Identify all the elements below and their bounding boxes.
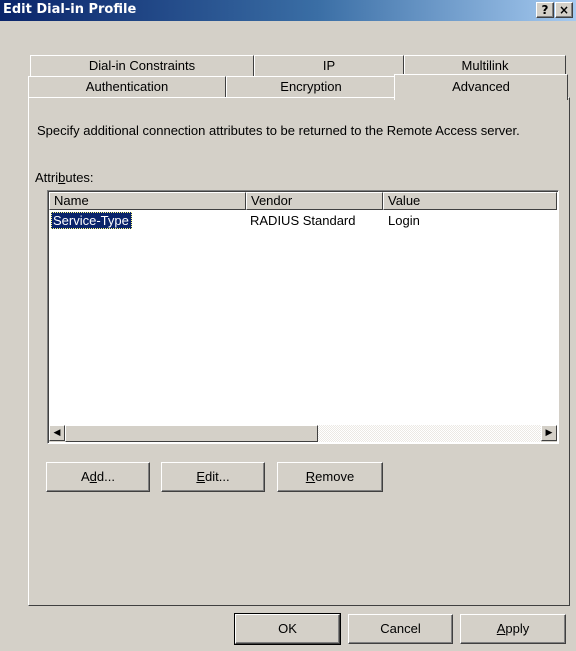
scroll-right-icon[interactable]: ▶ <box>541 425 557 441</box>
scrollbar-thumb[interactable] <box>65 425 318 442</box>
tab-label: Advanced <box>452 79 510 94</box>
table-row[interactable]: Service-Type RADIUS Standard Login <box>49 212 557 229</box>
attributes-list[interactable]: Name Vendor Value Service-Type RADIUS St… <box>47 190 559 444</box>
tab-label: IP <box>322 58 336 73</box>
cell-vendor: RADIUS Standard <box>250 213 356 228</box>
column-header-vendor[interactable]: Vendor <box>246 192 383 210</box>
tab-ip[interactable]: IP <box>254 55 404 76</box>
help-button[interactable]: ? <box>536 2 554 18</box>
cancel-button[interactable]: Cancel <box>348 614 453 644</box>
edit-dialin-profile-dialog: Edit Dial-in Profile ? × Dial-in Constra… <box>0 0 576 651</box>
apply-button[interactable]: Apply <box>460 614 566 644</box>
list-header: Name Vendor Value <box>49 192 557 210</box>
scroll-left-icon[interactable]: ◀ <box>49 425 65 441</box>
tab-dialin-constraints[interactable]: Dial-in Constraints <box>30 55 254 76</box>
tab-label: Multilink <box>461 58 509 73</box>
window-title: Edit Dial-in Profile <box>3 2 137 17</box>
tab-advanced[interactable]: Advanced <box>394 74 568 100</box>
remove-button[interactable]: Remove <box>277 462 383 492</box>
cell-value: Login <box>388 213 420 228</box>
tab-label: Dial-in Constraints <box>88 58 196 73</box>
close-button[interactable]: × <box>555 2 573 18</box>
tab-label: Encryption <box>280 79 342 94</box>
column-header-name[interactable]: Name <box>49 192 246 210</box>
ok-button[interactable]: OK <box>234 613 341 645</box>
add-button[interactable]: Add... <box>46 462 150 492</box>
tab-authentication[interactable]: Authentication <box>28 76 226 98</box>
tab-encryption[interactable]: Encryption <box>226 76 396 98</box>
tab-label: Authentication <box>85 79 169 94</box>
horizontal-scrollbar[interactable]: ◀ ▶ <box>49 425 557 442</box>
edit-button[interactable]: Edit... <box>161 462 265 492</box>
title-bar: Edit Dial-in Profile ? × <box>0 0 576 21</box>
attributes-label: Attributes: <box>35 170 94 185</box>
tab-multilink[interactable]: Multilink <box>404 55 566 76</box>
description-text: Specify additional connection attributes… <box>37 123 520 138</box>
cell-name: Service-Type <box>51 212 132 229</box>
advanced-tab-panel: Specify additional connection attributes… <box>28 97 570 606</box>
column-header-value[interactable]: Value <box>383 192 557 210</box>
